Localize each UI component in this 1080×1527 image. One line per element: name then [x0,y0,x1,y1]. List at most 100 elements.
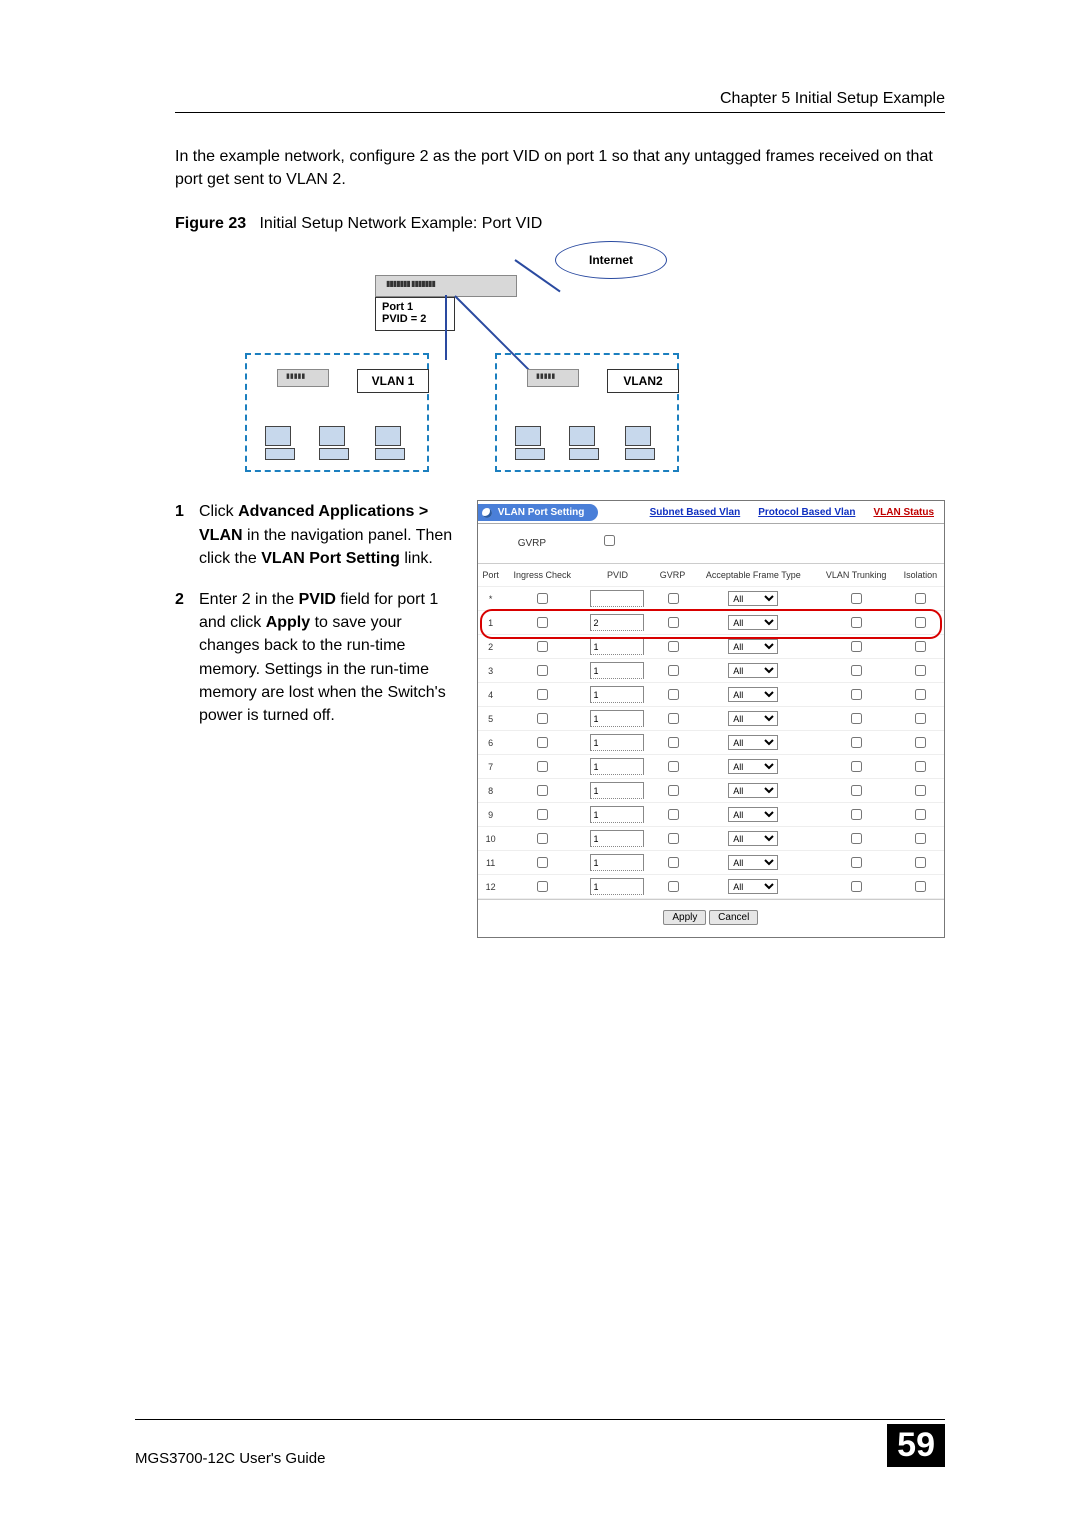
port-number: 8 [478,779,504,803]
pvid-input[interactable] [590,590,644,607]
aft-select[interactable]: All [728,879,778,894]
ingress-checkbox[interactable] [537,593,548,604]
isolation-checkbox[interactable] [915,641,926,652]
pvid-input[interactable] [590,662,644,679]
isolation-checkbox[interactable] [915,593,926,604]
trunk-checkbox[interactable] [851,761,862,772]
ingress-checkbox[interactable] [537,641,548,652]
gvrp-checkbox[interactable] [668,809,679,820]
trunk-checkbox[interactable] [851,641,862,652]
isolation-checkbox[interactable] [915,737,926,748]
ingress-checkbox[interactable] [537,689,548,700]
isolation-checkbox[interactable] [915,785,926,796]
link-protocol-based-vlan[interactable]: Protocol Based Vlan [758,507,855,518]
isolation-checkbox[interactable] [915,689,926,700]
gvrp-checkbox[interactable] [668,593,679,604]
vlan2-group: VLAN2 [495,353,679,472]
ingress-checkbox[interactable] [537,881,548,892]
isolation-checkbox[interactable] [915,833,926,844]
link-subnet-based-vlan[interactable]: Subnet Based Vlan [650,507,741,518]
header-rule [175,112,945,113]
ingress-checkbox[interactable] [537,665,548,676]
aft-select[interactable]: All [728,831,778,846]
gvrp-checkbox[interactable] [668,713,679,724]
gvrp-checkbox[interactable] [668,833,679,844]
isolation-checkbox[interactable] [915,713,926,724]
pvid-input[interactable] [590,758,644,775]
aft-select[interactable]: All [728,663,778,678]
figure-caption: Figure 23 Initial Setup Network Example:… [175,215,945,233]
aft-select[interactable]: All [728,735,778,750]
isolation-checkbox[interactable] [915,881,926,892]
isolation-checkbox[interactable] [915,665,926,676]
trunk-checkbox[interactable] [851,833,862,844]
gvrp-checkbox[interactable] [668,761,679,772]
instruction-steps: 1 Click Advanced Applications > VLAN in … [175,500,463,745]
gvrp-checkbox[interactable] [668,617,679,628]
trunk-checkbox[interactable] [851,665,862,676]
gvrp-global-checkbox[interactable] [604,535,615,546]
aft-select[interactable]: All [728,591,778,606]
aft-select[interactable]: All [728,807,778,822]
trunk-checkbox[interactable] [851,809,862,820]
link-vlan-status[interactable]: VLAN Status [873,507,934,518]
trunk-checkbox[interactable] [851,785,862,796]
trunk-checkbox[interactable] [851,713,862,724]
col-ingress: Ingress Check [504,564,581,587]
trunk-checkbox[interactable] [851,881,862,892]
pvid-input[interactable] [590,878,644,895]
aft-select[interactable]: All [728,783,778,798]
cancel-button[interactable]: Cancel [709,910,758,925]
ingress-checkbox[interactable] [537,785,548,796]
aft-select[interactable]: All [728,855,778,870]
aft-select[interactable]: All [728,639,778,654]
ingress-checkbox[interactable] [537,761,548,772]
page-footer: MGS3700-12C User's Guide 59 [135,1419,945,1467]
ingress-checkbox[interactable] [537,617,548,628]
chapter-header: Chapter 5 Initial Setup Example [175,90,945,108]
pvid-input[interactable] [590,710,644,727]
col-aft: Acceptable Frame Type [691,564,815,587]
ingress-checkbox[interactable] [537,713,548,724]
aft-select[interactable]: All [728,759,778,774]
trunk-checkbox[interactable] [851,857,862,868]
table-row: 12All [478,875,944,899]
pvid-input[interactable] [590,734,644,751]
trunk-checkbox[interactable] [851,593,862,604]
gvrp-checkbox[interactable] [668,857,679,868]
gvrp-checkbox[interactable] [668,689,679,700]
isolation-checkbox[interactable] [915,761,926,772]
pvid-input[interactable] [590,854,644,871]
pvid-input[interactable] [590,830,644,847]
isolation-checkbox[interactable] [915,809,926,820]
table-row: 3All [478,659,944,683]
pvid-input[interactable] [590,782,644,799]
gvrp-checkbox[interactable] [668,665,679,676]
gvrp-checkbox[interactable] [668,785,679,796]
trunk-checkbox[interactable] [851,689,862,700]
ingress-checkbox[interactable] [537,857,548,868]
col-gvrp: GVRP [654,564,691,587]
ingress-checkbox[interactable] [537,833,548,844]
tab-vlan-port-setting[interactable]: VLAN Port Setting [478,504,599,521]
port-number: 5 [478,707,504,731]
aft-select[interactable]: All [728,615,778,630]
apply-button[interactable]: Apply [663,910,706,925]
table-row: 9All [478,803,944,827]
pvid-input[interactable] [590,686,644,703]
gvrp-checkbox[interactable] [668,641,679,652]
gvrp-checkbox[interactable] [668,881,679,892]
pvid-input[interactable] [590,806,644,823]
ingress-checkbox[interactable] [537,809,548,820]
aft-select[interactable]: All [728,711,778,726]
pvid-input[interactable] [590,614,644,631]
aft-select[interactable]: All [728,687,778,702]
pvid-input[interactable] [590,638,644,655]
gvrp-checkbox[interactable] [668,737,679,748]
col-trunk: VLAN Trunking [816,564,897,587]
isolation-checkbox[interactable] [915,617,926,628]
isolation-checkbox[interactable] [915,857,926,868]
trunk-checkbox[interactable] [851,737,862,748]
trunk-checkbox[interactable] [851,617,862,628]
ingress-checkbox[interactable] [537,737,548,748]
